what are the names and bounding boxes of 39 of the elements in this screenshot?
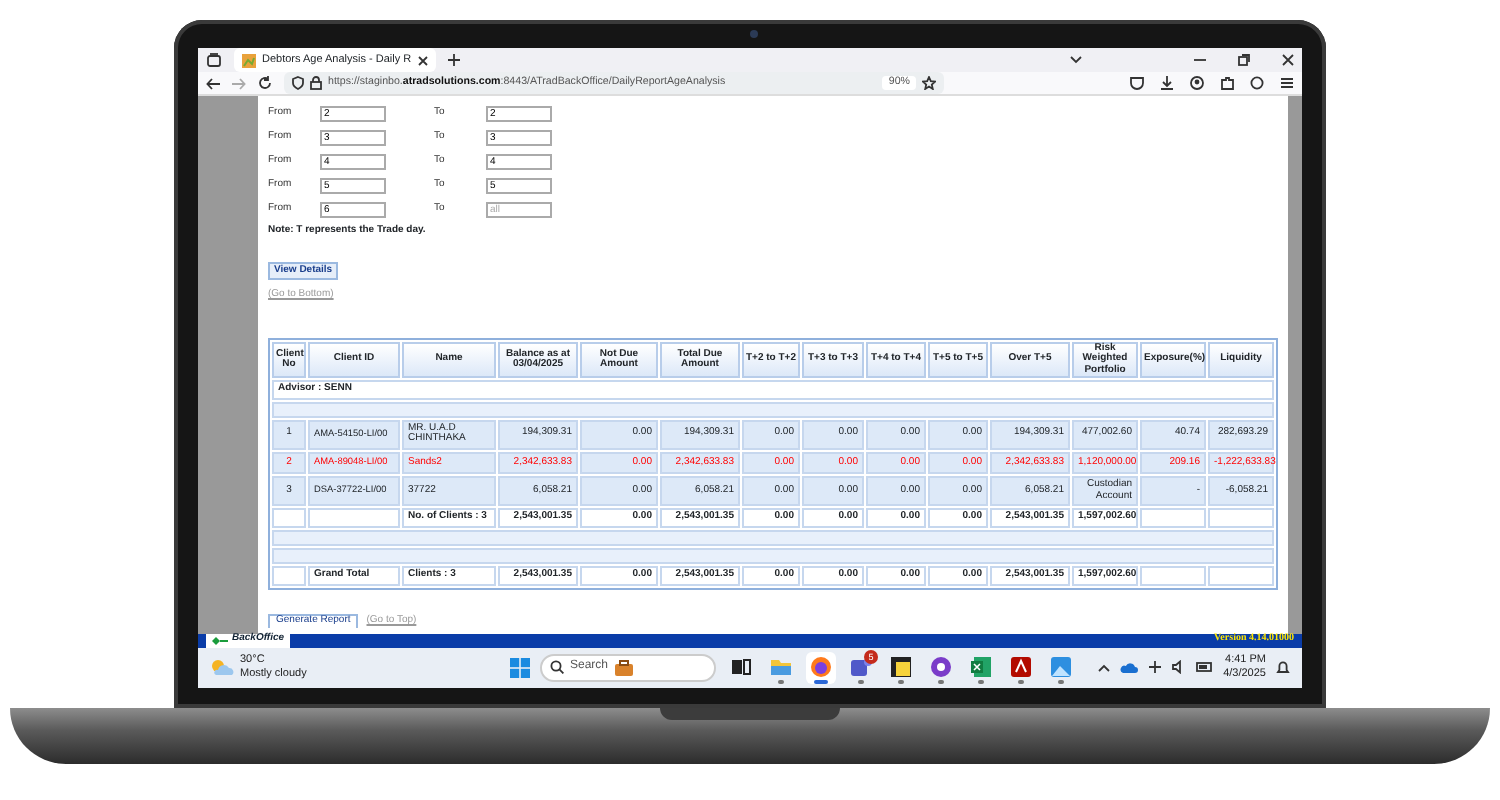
minimize-icon[interactable] xyxy=(1194,54,1206,66)
close-icon[interactable] xyxy=(417,55,428,65)
taskbar-app-button[interactable] xyxy=(1006,651,1036,684)
chevron-down-icon[interactable] xyxy=(1070,56,1082,64)
taskbar-app-button[interactable] xyxy=(886,651,916,684)
task-view-icon xyxy=(730,656,752,679)
favicon-icon xyxy=(242,53,256,67)
chat-icon xyxy=(850,656,872,679)
lock-icon xyxy=(310,76,322,90)
pocket-icon[interactable] xyxy=(1130,76,1144,90)
bell-icon[interactable] xyxy=(1276,659,1290,676)
menu-icon[interactable] xyxy=(1280,76,1294,90)
folder-icon xyxy=(770,656,792,679)
taskbar-app-button[interactable] xyxy=(926,651,956,684)
photo-icon xyxy=(1050,656,1072,679)
speaker-icon[interactable] xyxy=(1171,660,1186,675)
search-icon xyxy=(550,660,564,675)
back-icon[interactable] xyxy=(206,77,220,89)
close-icon[interactable] xyxy=(1282,54,1294,66)
chevron-up-icon[interactable] xyxy=(1097,663,1110,672)
star-icon[interactable] xyxy=(922,76,936,90)
battery-icon[interactable] xyxy=(1195,662,1214,673)
restore-icon[interactable] xyxy=(1238,54,1250,66)
document-icon xyxy=(1010,656,1032,679)
circle-app-icon xyxy=(930,656,952,679)
new-tab-icon[interactable] xyxy=(447,54,460,66)
browser-icon xyxy=(810,656,832,679)
spreadsheet-icon xyxy=(970,656,992,679)
camera-icon xyxy=(750,30,758,38)
shield-icon xyxy=(292,76,304,90)
account-icon[interactable] xyxy=(1190,76,1204,90)
start-icon[interactable] xyxy=(510,657,530,678)
tabs-icon[interactable] xyxy=(206,52,222,68)
download-icon[interactable] xyxy=(1160,76,1174,90)
briefcase-icon xyxy=(614,659,635,676)
cloud-icon[interactable] xyxy=(1119,661,1138,674)
note-icon xyxy=(890,656,912,679)
extensions-icon[interactable] xyxy=(1220,76,1234,90)
reload-icon[interactable] xyxy=(258,76,272,90)
